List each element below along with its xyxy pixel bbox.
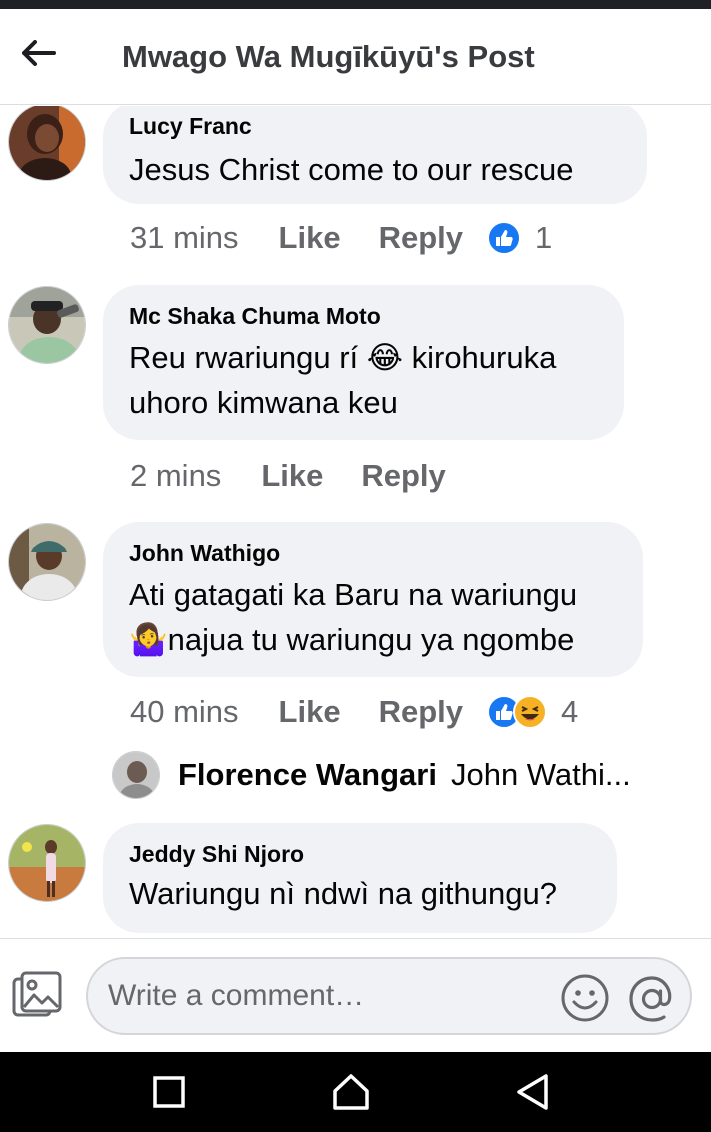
comment-author[interactable]: John Wathigo <box>129 540 280 567</box>
reply-button[interactable]: Reply <box>361 458 445 494</box>
status-bar <box>0 0 711 9</box>
comment-text: 🤷‍♀️najua tu wariungu ya ngombe <box>129 622 575 657</box>
comment-bubble: Jeddy Shi Njoro Wariungu nì ndwì na gith… <box>103 823 617 933</box>
comment-meta: 2 mins Like Reply <box>130 456 484 496</box>
avatar[interactable] <box>8 106 86 181</box>
back-button[interactable] <box>16 33 62 73</box>
avatar[interactable] <box>8 286 86 364</box>
like-reaction-icon <box>487 221 521 255</box>
recent-apps-icon <box>153 1076 185 1108</box>
mention-icon <box>629 976 672 1022</box>
reaction-count: 1 <box>535 220 553 255</box>
comment-meta: 31 mins Like Reply 1 <box>130 218 552 258</box>
back-arrow-icon <box>22 40 56 66</box>
comment-composer <box>0 938 711 1052</box>
recent-apps-button[interactable] <box>149 1072 189 1112</box>
comment-text: Jesus Christ come to our rescue <box>129 152 574 187</box>
back-nav-button[interactable] <box>514 1072 554 1112</box>
comment-list: Lucy Franc Jesus Christ come to our resc… <box>0 106 711 938</box>
home-icon <box>333 1074 369 1110</box>
reaction-summary[interactable]: 4 <box>487 694 578 730</box>
comment-text: Ati gatagati ka Baru na wariungu <box>129 577 578 612</box>
comment-input[interactable] <box>108 973 548 1019</box>
back-triangle-icon <box>517 1074 548 1110</box>
comment-author[interactable]: Lucy Franc <box>129 113 252 140</box>
comment-author[interactable]: Jeddy Shi Njoro <box>129 841 304 868</box>
home-button[interactable] <box>331 1072 371 1112</box>
haha-reaction-icon <box>513 695 547 729</box>
emoji-icon <box>561 974 609 1022</box>
comment-bubble: Mc Shaka Chuma Moto Reu rwariungu rí 😂 k… <box>103 285 624 440</box>
app-header: Mwago Wa Mugīkūyū's Post <box>0 9 711 105</box>
avatar[interactable] <box>8 824 86 902</box>
comment-time[interactable]: 40 mins <box>130 694 239 730</box>
avatar[interactable] <box>8 523 86 601</box>
comment-input-box[interactable] <box>86 957 692 1035</box>
system-navigation-bar <box>0 1052 711 1132</box>
reply-author[interactable]: Florence Wangari <box>178 757 437 793</box>
reply-button[interactable]: Reply <box>379 220 463 256</box>
reaction-count: 4 <box>561 694 579 729</box>
page-title: Mwago Wa Mugīkūyū's Post <box>122 39 535 74</box>
comment-text: uhoro kimwana keu <box>129 385 398 420</box>
comment-time[interactable]: 31 mins <box>130 220 239 256</box>
reply-button[interactable]: Reply <box>379 694 463 730</box>
like-button[interactable]: Like <box>261 458 323 494</box>
reaction-summary[interactable]: 1 <box>487 220 552 256</box>
photo-icon <box>12 971 62 1017</box>
reply-preview[interactable]: Florence Wangari John Wathi... <box>112 751 631 799</box>
comment-bubble: Lucy Franc Jesus Christ come to our resc… <box>103 106 647 204</box>
like-button[interactable]: Like <box>279 220 341 256</box>
comment-text: Wariungu nì ndwì na githungu? <box>129 876 557 911</box>
avatar[interactable] <box>112 751 160 799</box>
reply-text: John Wathi... <box>450 757 631 792</box>
like-button[interactable]: Like <box>279 694 341 730</box>
mention-button[interactable] <box>626 973 678 1025</box>
photo-button[interactable] <box>10 969 66 1021</box>
comment-meta: 40 mins Like Reply 4 <box>130 692 578 732</box>
emoji-button[interactable] <box>560 973 610 1023</box>
comment-time[interactable]: 2 mins <box>130 458 221 494</box>
comment-text: Reu rwariungu rí 😂 kirohuruka <box>129 340 557 375</box>
comment-author[interactable]: Mc Shaka Chuma Moto <box>129 303 381 330</box>
comment-bubble: John Wathigo Ati gatagati ka Baru na war… <box>103 522 643 677</box>
